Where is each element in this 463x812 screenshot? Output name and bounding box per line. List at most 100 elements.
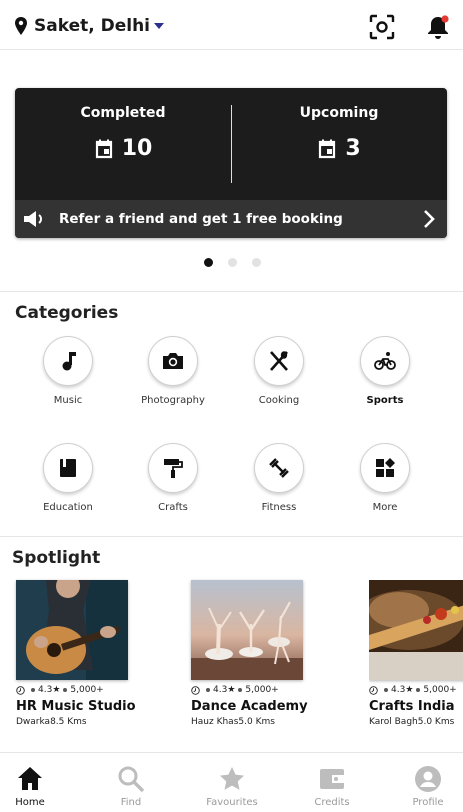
tab-label: Profile [412, 797, 444, 808]
tab-home[interactable]: Home [0, 765, 76, 808]
category-label: Fitness [261, 502, 297, 513]
category-fitness[interactable]: Fitness [229, 443, 329, 513]
review-count: 5,000+ [245, 685, 279, 695]
category-photography[interactable]: Photography [123, 336, 223, 406]
completed-value: 10 [121, 136, 153, 161]
area-name: Dwarka [16, 717, 51, 727]
category-label: Sports [366, 395, 404, 406]
calendar-icon [95, 139, 112, 158]
spotlight-name: Crafts India [369, 699, 455, 714]
review-count: 5,000+ [70, 685, 104, 695]
distance: 8.5 Kms [50, 717, 87, 727]
carousel-dot-2[interactable] [228, 258, 237, 267]
speaker-icon [24, 211, 42, 227]
carousel-dot-3[interactable] [252, 258, 261, 267]
categories-title: Categories [15, 303, 119, 323]
bicycle-icon [374, 352, 396, 370]
section-divider [0, 291, 463, 292]
category-music[interactable]: Music [18, 336, 118, 406]
spotlight-meta: 4.3 ★ 5,000+ [16, 685, 136, 695]
refer-banner[interactable]: Refer a friend and get 1 free booking [15, 200, 447, 238]
completed-stat: Completed 10 [15, 88, 231, 200]
completed-label: Completed [80, 105, 166, 121]
tab-profile[interactable]: Profile [382, 765, 463, 808]
chevron-down-icon [154, 23, 164, 29]
spotlight-meta: 4.3 ★ 5,000+ [369, 685, 463, 695]
review-count: 5,000+ [423, 685, 457, 695]
rating-value: 4.3 [38, 685, 53, 695]
category-sports[interactable]: Sports [335, 336, 435, 406]
category-more[interactable]: More [335, 443, 435, 513]
book-icon [60, 459, 76, 477]
star-icon: ★ [52, 685, 61, 695]
chevron-right-icon [424, 210, 435, 228]
spotlight-meta: 4.3 ★ 5,000+ [191, 685, 308, 695]
profile-icon [415, 766, 441, 792]
carousel-dot-1[interactable] [204, 258, 213, 267]
distance: 5.0 Kms [238, 717, 275, 727]
spotlight-image-crafts[interactable] [369, 580, 463, 680]
category-label: More [372, 502, 398, 513]
home-icon [18, 767, 42, 790]
bell-icon[interactable] [425, 14, 451, 40]
clock-icon [369, 685, 378, 695]
rating-value: 4.3 [213, 685, 228, 695]
calendar-icon [319, 139, 336, 158]
more-grid-icon [376, 458, 395, 477]
location-selector[interactable]: Saket, Delhi [14, 16, 164, 36]
upcoming-stat: Upcoming 3 [231, 88, 447, 200]
search-icon [118, 766, 145, 793]
spotlight-card[interactable]: 4.3 ★ 5,000+ HR Music Studio Dwarka 8.5 … [16, 580, 136, 727]
rating-value: 4.3 [391, 685, 406, 695]
clock-icon [191, 685, 200, 695]
star-icon [220, 767, 244, 790]
spotlight-card[interactable]: 4.3 ★ 5,000+ Crafts India Karol Bagh 5.0… [369, 580, 463, 727]
spotlight-image-dance[interactable] [191, 580, 303, 680]
wallet-icon [320, 769, 344, 789]
tab-label: Home [15, 797, 45, 808]
tab-label: Find [120, 797, 142, 808]
section-divider [0, 536, 463, 537]
paint-roller-icon [164, 459, 183, 478]
music-note-icon [62, 352, 76, 371]
distance: 5.0 Kms [417, 717, 455, 727]
star-icon: ★ [405, 685, 414, 695]
carousel-indicator[interactable] [204, 258, 276, 267]
location-pin-icon [15, 17, 27, 35]
tab-credits[interactable]: Credits [286, 765, 378, 808]
upcoming-value: 3 [345, 136, 361, 161]
tab-favourites[interactable]: Favourites [186, 765, 278, 808]
area-name: Hauz Khas [191, 717, 239, 727]
spotlight-name: Dance Academy [191, 699, 308, 714]
spotlight-location: Dwarka 8.5 Kms [16, 717, 136, 727]
tab-label: Credits [314, 797, 350, 808]
category-cooking[interactable]: Cooking [229, 336, 329, 406]
upcoming-label: Upcoming [299, 105, 379, 121]
spotlight-card[interactable]: 4.3 ★ 5,000+ Dance Academy Hauz Khas 5.0… [191, 580, 308, 727]
category-label: Music [53, 395, 83, 406]
tab-find[interactable]: Find [85, 765, 177, 808]
location-label: Saket, Delhi [34, 16, 150, 36]
notification-dot [441, 15, 449, 23]
category-crafts[interactable]: Crafts [123, 443, 223, 513]
category-label: Education [43, 502, 93, 513]
bottom-navigation: Home Find Favourites Credits Profile [0, 752, 463, 812]
cutlery-icon [270, 351, 288, 371]
scan-icon[interactable] [369, 14, 395, 40]
refer-text: Refer a friend and get 1 free booking [59, 211, 343, 227]
spotlight-image-music[interactable] [16, 580, 128, 680]
category-label: Cooking [258, 395, 300, 406]
category-label: Photography [141, 395, 205, 406]
spotlight-location: Karol Bagh 5.0 Kms [369, 717, 463, 727]
area-name: Karol Bagh [369, 717, 418, 727]
bookings-card[interactable]: Completed 10 Upcoming 3 Refer a friend a… [15, 88, 447, 238]
star-icon: ★ [227, 685, 236, 695]
spotlight-location: Hauz Khas 5.0 Kms [191, 717, 308, 727]
spotlight-name: HR Music Studio [16, 699, 136, 714]
camera-icon [163, 353, 183, 369]
category-education[interactable]: Education [18, 443, 118, 513]
tab-label: Favourites [206, 797, 258, 808]
top-bar: Saket, Delhi [0, 0, 463, 50]
clock-icon [16, 685, 25, 695]
spotlight-title: Spotlight [12, 548, 101, 568]
